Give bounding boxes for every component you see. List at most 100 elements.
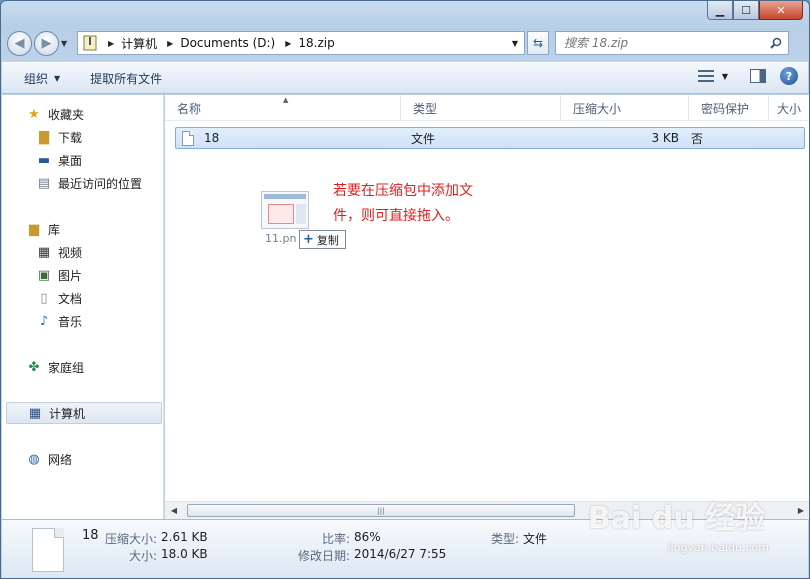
column-password[interactable]: 密码保护 — [689, 95, 769, 121]
close-button[interactable]: ✕ — [759, 1, 803, 20]
sort-ascending-icon: ▲ — [283, 96, 289, 104]
column-label: 大小 — [777, 101, 802, 116]
details-size-value: 18.0 KB — [161, 547, 208, 561]
annotation-text: 若要在压缩包中添加文件，则可直接拖入。 — [333, 183, 473, 224]
nav-label: 音乐 — [58, 314, 83, 329]
library-icon: ▆ — [29, 221, 39, 237]
homegroup-icon: ✤ — [28, 359, 40, 375]
search-input[interactable] — [564, 36, 754, 50]
breadcrumb-label: Documents (D:) — [180, 36, 276, 50]
column-label: 密码保护 — [701, 101, 750, 116]
column-label: 压缩大小 — [573, 101, 622, 116]
document-icon: ▯ — [40, 290, 48, 306]
music-icon: ♪ — [39, 313, 49, 329]
copy-label: 复制 — [316, 233, 339, 247]
nav-network[interactable]: ◍ 网络 — [2, 448, 164, 470]
chevron-down-icon[interactable]: ▼ — [722, 72, 728, 81]
details-type-value: 文件 — [523, 532, 548, 546]
recent-places-icon: ▤ — [37, 175, 51, 191]
computer-icon: ▦ — [28, 405, 42, 421]
nav-desktop[interactable]: ▬ 桌面 — [2, 149, 164, 171]
nav-computer[interactable]: ▦ 计算机 — [6, 402, 162, 424]
address-bar[interactable]: ▶ 计算机 ▶ Documents (D:) ▶ 18.zip ▼ — [77, 31, 525, 55]
details-file-name: 18 — [82, 528, 99, 543]
breadcrumb-label: 计算机 — [121, 36, 158, 51]
desktop-icon: ▬ — [37, 152, 51, 168]
file-icon — [182, 130, 194, 146]
nav-homegroup[interactable]: ✤ 家庭组 — [2, 356, 164, 378]
details-type-key: 类型: — [491, 532, 520, 546]
history-dropdown-icon[interactable]: ▼ — [61, 39, 73, 48]
network-icon: ◍ — [28, 451, 40, 467]
help-icon[interactable]: ? — [780, 67, 798, 85]
dragged-file-thumbnail — [261, 191, 309, 229]
nav-libraries[interactable]: ▆ 库 — [2, 218, 164, 240]
address-dropdown-icon[interactable]: ▼ — [512, 39, 518, 48]
column-compressed-size[interactable]: 压缩大小 — [561, 95, 689, 121]
caption-buttons: ▁ ☐ ✕ — [707, 1, 803, 21]
breadcrumb-computer[interactable]: ▶ 计算机 — [108, 35, 157, 52]
nav-label: 网络 — [48, 452, 73, 467]
nav-recent[interactable]: ▤ 最近访问的位置 — [2, 172, 164, 194]
scroll-left-icon[interactable]: ◀ — [165, 502, 183, 519]
table-row[interactable]: 18 文件 3 KB 否 — [175, 127, 805, 149]
nav-downloads[interactable]: ▇ 下载 — [2, 126, 164, 148]
nav-videos[interactable]: ▦ 视频 — [2, 241, 164, 263]
file-compressed-size: 3 KB — [651, 131, 679, 145]
column-size[interactable]: 大小 — [769, 95, 809, 121]
nav-documents[interactable]: ▯ 文档 — [2, 287, 164, 309]
file-list-pane: 名称 ▲ 类型 压缩大小 密码保护 大小 18 文件 3 KB 否 若要在压缩包中… — [165, 95, 809, 519]
column-type[interactable]: 类型 — [401, 95, 561, 121]
command-bar: 组织 ▼ 提取所有文件 ▼ ? — [2, 62, 808, 94]
details-compressed-value: 2.61 KB — [161, 530, 208, 544]
baidu-watermark-url: jingyan.baidu.com — [667, 541, 769, 554]
file-large-icon — [32, 528, 64, 572]
extract-all-button[interactable]: 提取所有文件 — [90, 70, 162, 87]
address-row: ◀ ▶ ▼ ▶ 计算机 ▶ Documents (D:) ▶ 18.zip ▼ ⇆ — [7, 29, 803, 57]
nav-label: 计算机 — [49, 406, 86, 421]
nav-label: 文档 — [58, 291, 83, 306]
nav-label: 图片 — [58, 268, 83, 283]
nav-favorites[interactable]: ★ 收藏夹 — [2, 103, 164, 125]
video-icon: ▦ — [37, 244, 51, 260]
chevron-down-icon: ▼ — [54, 73, 61, 83]
nav-label: 最近访问的位置 — [58, 176, 143, 191]
explorer-window: ▁ ☐ ✕ ◀ ▶ ▼ ▶ 计算机 ▶ Documents (D:) ▶ 18.zip… — [0, 0, 810, 579]
details-modified-value: 2014/6/27 7:55 — [354, 547, 447, 561]
nav-music[interactable]: ♪ 音乐 — [2, 310, 164, 332]
baidu-watermark: Bai du 经验 — [587, 501, 765, 536]
maximize-button[interactable]: ☐ — [733, 1, 759, 20]
search-icon[interactable] — [770, 37, 782, 49]
preview-pane-icon[interactable] — [750, 69, 766, 83]
refresh-button[interactable]: ⇆ — [527, 31, 549, 55]
column-label: 名称 — [177, 101, 202, 116]
nav-label: 收藏夹 — [48, 107, 85, 122]
downloads-folder-icon: ▇ — [39, 129, 49, 145]
nav-label: 桌面 — [58, 153, 83, 168]
search-box[interactable] — [555, 31, 789, 55]
star-icon: ★ — [28, 106, 40, 122]
dragged-file-name: 11.pn — [265, 232, 297, 245]
picture-icon: ▣ — [37, 267, 51, 283]
nav-pictures[interactable]: ▣ 图片 — [2, 264, 164, 286]
back-button[interactable]: ◀ — [7, 30, 32, 56]
view-options-icon[interactable] — [697, 70, 714, 82]
details-ratio-value: 86% — [354, 530, 381, 544]
breadcrumb-documents[interactable]: ▶ Documents (D:) — [167, 36, 275, 50]
breadcrumb-zip[interactable]: ▶ 18.zip — [285, 36, 335, 50]
minimize-button[interactable]: ▁ — [707, 1, 733, 20]
organize-label: 组织 — [24, 71, 49, 86]
scroll-thumb[interactable]: ||| — [187, 504, 575, 517]
nav-label: 家庭组 — [48, 360, 85, 375]
nav-label: 视频 — [58, 245, 83, 260]
file-type: 文件 — [411, 131, 436, 146]
column-headers: 名称 ▲ 类型 压缩大小 密码保护 大小 — [165, 95, 809, 121]
column-name[interactable]: 名称 ▲ — [165, 95, 401, 121]
plus-icon: + — [303, 232, 314, 247]
nav-label: 下载 — [58, 130, 83, 145]
zip-icon — [82, 35, 98, 51]
toolbar-right: ▼ ? — [697, 67, 798, 85]
forward-button[interactable]: ▶ — [34, 30, 59, 56]
scroll-right-icon[interactable]: ▶ — [792, 502, 809, 519]
organize-button[interactable]: 组织 ▼ — [24, 70, 60, 87]
